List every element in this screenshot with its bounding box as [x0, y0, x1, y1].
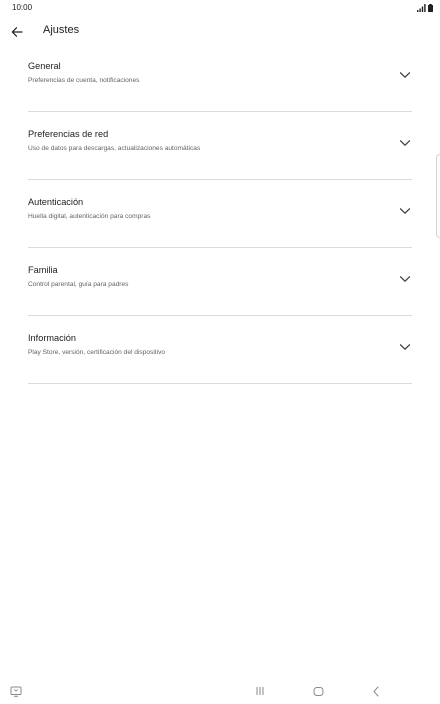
settings-item-network[interactable]: Preferencias de red Uso de datos para de… [28, 112, 412, 180]
settings-item-information[interactable]: Información Play Store, versión, certifi… [28, 316, 412, 384]
page-title: Ajustes [43, 24, 80, 36]
app-bar: Ajustes [0, 18, 440, 44]
arrow-back-icon [11, 27, 23, 37]
status-icons [417, 3, 433, 12]
back-button[interactable] [6, 21, 28, 43]
item-subtitle: Control parental, guía para padres [28, 281, 129, 288]
item-subtitle: Preferencias de cuenta, notificaciones [28, 77, 140, 84]
status-time: 10:00 [12, 3, 33, 12]
settings-item-general[interactable]: General Preferencias de cuenta, notifica… [28, 44, 412, 112]
edge-panel-handle[interactable] [436, 154, 440, 238]
recents-icon [256, 687, 264, 695]
recents-button[interactable] [250, 681, 270, 701]
chevron-down-icon[interactable] [398, 340, 412, 354]
settings-item-authentication[interactable]: Autenticación Huella digital, autenticac… [28, 180, 412, 248]
signal-icon [417, 4, 426, 12]
item-subtitle: Play Store, versión, certificación del d… [28, 349, 166, 356]
back-nav-icon [373, 686, 379, 696]
item-subtitle: Uso de datos para descargas, actualizaci… [28, 145, 201, 152]
settings-list: General Preferencias de cuenta, notifica… [28, 44, 412, 384]
status-bar: 10:00 [0, 0, 440, 16]
item-subtitle: Huella digital, autenticación para compr… [28, 213, 151, 220]
back-nav-button[interactable] [366, 681, 386, 701]
chevron-down-icon[interactable] [398, 136, 412, 150]
item-title: Información [28, 333, 77, 343]
home-button[interactable] [308, 681, 328, 701]
settings-item-family[interactable]: Familia Control parental, guía para padr… [28, 248, 412, 316]
home-icon [313, 686, 323, 696]
item-title: Autenticación [28, 197, 84, 207]
item-title: Familia [28, 265, 58, 275]
battery-icon [428, 4, 433, 12]
chevron-down-icon[interactable] [398, 272, 412, 286]
item-title: Preferencias de red [28, 129, 109, 139]
screenshot-button[interactable] [6, 681, 26, 701]
navigation-bar [0, 678, 440, 704]
chevron-down-icon[interactable] [398, 204, 412, 218]
screenshot-icon [10, 686, 22, 697]
chevron-down-icon[interactable] [398, 68, 412, 82]
item-title: General [28, 61, 61, 71]
